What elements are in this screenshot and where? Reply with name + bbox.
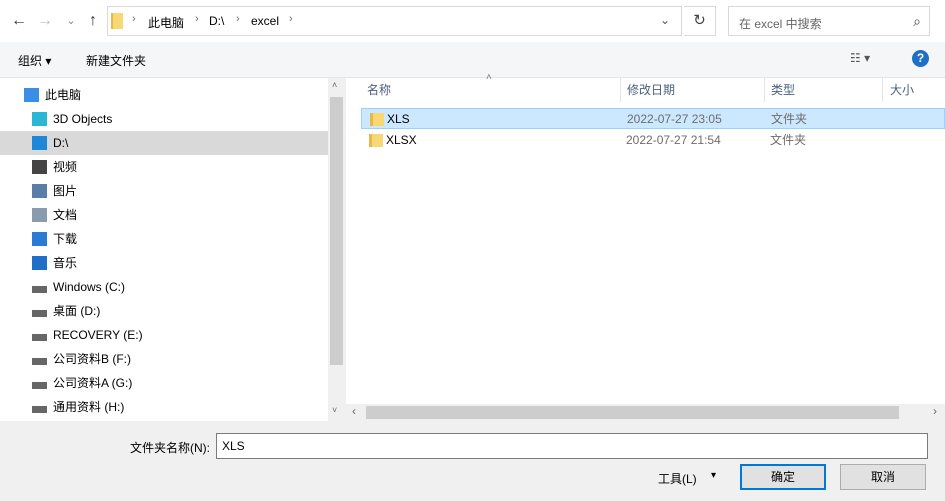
cube-icon	[32, 112, 47, 126]
cancel-button[interactable]: 取消	[840, 464, 926, 490]
folder-name-input[interactable]	[216, 433, 928, 459]
forward-button[interactable]: →	[36, 10, 54, 32]
chevron-right-icon: ›	[289, 13, 293, 25]
drive-icon	[32, 358, 47, 365]
search-icon: ⌕	[913, 13, 921, 29]
sidebar-item-label: 音乐	[53, 256, 78, 270]
column-divider[interactable]	[620, 78, 621, 102]
scroll-left-icon[interactable]: ‹	[352, 404, 356, 418]
sidebar-item-label: 桌面 (D:)	[53, 304, 101, 318]
scroll-down-icon[interactable]: ˅	[332, 405, 337, 415]
file-date: 2022-07-27 23:05	[627, 112, 722, 126]
file-date: 2022-07-27 21:54	[626, 133, 721, 147]
tools-button[interactable]: 工具(L)	[658, 470, 697, 487]
sidebar-item[interactable]: 公司资料B (F:)	[0, 347, 328, 371]
drive-icon	[32, 136, 47, 150]
scroll-right-icon[interactable]: ›	[933, 404, 937, 418]
drive-icon	[32, 406, 47, 413]
sidebar-item[interactable]: 3D Objects	[0, 107, 328, 131]
drive-icon	[32, 286, 47, 293]
video-icon	[32, 160, 47, 174]
sidebar-item[interactable]: RECOVERY (E:)	[0, 323, 328, 347]
sidebar-scroll-thumb[interactable]	[330, 97, 343, 365]
sidebar-item[interactable]: Windows (C:)	[0, 275, 328, 299]
sidebar-item-label: D:\	[53, 136, 69, 150]
column-divider[interactable]	[764, 78, 765, 102]
file-type: 文件夹	[770, 133, 807, 147]
sidebar-item[interactable]: 下载	[0, 227, 328, 251]
back-button[interactable]: ←	[10, 10, 28, 32]
breadcrumb-d-drive[interactable]: D:\	[209, 14, 224, 28]
tools-dropdown-icon[interactable]: ▾	[711, 470, 716, 481]
download-icon	[32, 232, 47, 246]
sidebar-item-label: 图片	[53, 184, 78, 198]
sidebar-item-label: 公司资料A (G:)	[53, 376, 133, 390]
file-name: XLSX	[386, 133, 417, 147]
sidebar-item[interactable]: 音乐	[0, 251, 328, 275]
sidebar-item[interactable]: 视频	[0, 155, 328, 179]
sort-ascending-icon: ˄	[486, 72, 492, 83]
ok-button[interactable]: 确定	[740, 464, 826, 490]
folder-icon	[111, 13, 123, 29]
sidebar-item[interactable]: 桌面 (D:)	[0, 299, 328, 323]
refresh-button[interactable]: ↻	[684, 6, 716, 36]
document-icon	[32, 208, 47, 222]
view-options-button[interactable]: ☷ ▾	[850, 51, 870, 65]
column-name[interactable]: 名称	[367, 78, 391, 102]
sidebar-item-label: Windows (C:)	[53, 280, 126, 294]
folder-icon	[369, 134, 383, 147]
drive-icon	[32, 382, 47, 389]
breadcrumb-this-pc[interactable]: 此电脑	[148, 14, 184, 31]
chevron-right-icon: ›	[195, 13, 199, 25]
chevron-right-icon: ›	[132, 13, 136, 25]
scroll-up-icon[interactable]: ˄	[332, 80, 337, 90]
sidebar-item-label: 公司资料B (F:)	[53, 352, 131, 366]
sidebar-item-label: 此电脑	[45, 88, 82, 102]
folder-icon	[370, 113, 384, 126]
computer-icon	[24, 88, 39, 102]
sidebar-item[interactable]: 文档	[0, 203, 328, 227]
file-name: XLS	[387, 112, 410, 126]
sidebar-item-label: 视频	[53, 160, 78, 174]
sidebar-item[interactable]: 图片	[0, 179, 328, 203]
column-size[interactable]: 大小	[890, 78, 914, 102]
column-type[interactable]: 类型	[771, 78, 795, 102]
column-divider[interactable]	[882, 78, 883, 102]
new-folder-button[interactable]: 新建文件夹	[86, 52, 146, 69]
sidebar-item-label: 文档	[53, 208, 78, 222]
sidebar-item-label: RECOVERY (E:)	[53, 328, 143, 342]
search-input[interactable]: 在 excel 中搜索 ⌕	[728, 6, 930, 36]
search-placeholder: 在 excel 中搜索	[739, 17, 822, 31]
column-date[interactable]: 修改日期	[627, 78, 675, 102]
sidebar-item[interactable]: 此电脑	[0, 83, 328, 107]
chevron-right-icon: ›	[236, 13, 240, 25]
sidebar-item-label: 下载	[53, 232, 78, 246]
horizontal-scroll-thumb[interactable]	[366, 406, 899, 419]
file-row[interactable]: XLS 2022-07-27 23:05 文件夹	[361, 108, 945, 129]
drive-icon	[32, 310, 47, 317]
sidebar-item[interactable]: 通用资料 (H:)	[0, 395, 328, 419]
up-button[interactable]: ↑	[84, 10, 102, 32]
drive-icon	[32, 334, 47, 341]
sidebar-item-label: 3D Objects	[53, 112, 113, 126]
sidebar-item-label: 通用资料 (H:)	[53, 400, 125, 414]
address-bar[interactable]: › 此电脑 › D:\ › excel › ⌄	[107, 6, 682, 36]
breadcrumb-excel[interactable]: excel	[251, 14, 279, 28]
folder-name-label: 文件夹名称(N):	[130, 441, 210, 455]
file-row[interactable]: XLSX 2022-07-27 21:54 文件夹	[361, 130, 945, 151]
sidebar-item[interactable]: D:\	[0, 131, 328, 155]
help-icon[interactable]: ?	[912, 50, 929, 67]
file-type: 文件夹	[771, 112, 808, 126]
recent-locations-button[interactable]: ⌄	[62, 10, 80, 32]
picture-icon	[32, 184, 47, 198]
chevron-down-icon[interactable]: ⌄	[660, 13, 670, 27]
music-icon	[32, 256, 47, 270]
organize-button[interactable]: 组织 ▾	[18, 52, 51, 69]
sidebar-item[interactable]: 公司资料A (G:)	[0, 371, 328, 395]
